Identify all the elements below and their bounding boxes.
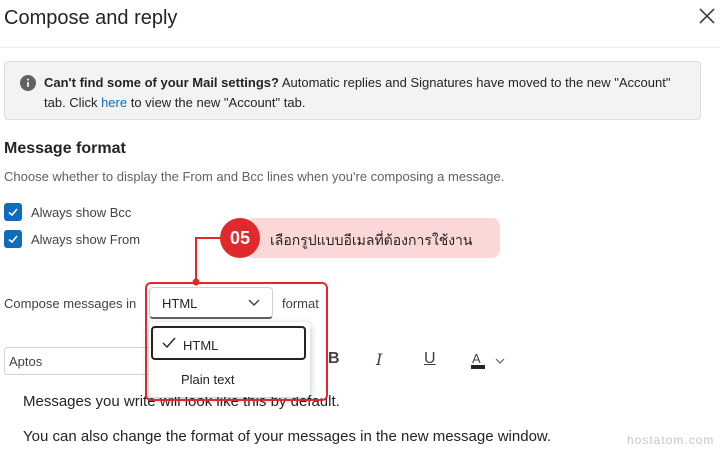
checkmark-icon bbox=[8, 208, 18, 217]
format-option-html-label: HTML bbox=[183, 338, 219, 353]
banner-here-link[interactable]: here bbox=[101, 95, 127, 110]
font-family-value: Aptos bbox=[9, 354, 43, 369]
always-show-bcc-row[interactable]: Always show Bcc bbox=[4, 202, 131, 222]
banner-text-after: to view the new "Account" tab. bbox=[127, 95, 306, 110]
format-dropdown-menu: HTML Plain text bbox=[149, 322, 310, 397]
italic-button[interactable]: I bbox=[376, 350, 382, 369]
underline-button[interactable]: U bbox=[424, 350, 436, 368]
format-select-value: HTML bbox=[162, 296, 198, 311]
check-icon bbox=[162, 337, 176, 349]
always-show-from-label: Always show From bbox=[31, 231, 141, 247]
bold-button[interactable]: B bbox=[328, 350, 340, 368]
info-icon bbox=[20, 75, 36, 91]
annotation-step-text: เลือกรูปแบบอีเมลที่ต้องการใช้งาน bbox=[270, 232, 473, 248]
settings-moved-banner: Can't find some of your Mail settings? A… bbox=[4, 61, 701, 120]
watermark: hostatom.com bbox=[627, 433, 715, 447]
message-format-heading: Message format bbox=[4, 140, 126, 157]
header-divider bbox=[0, 47, 720, 48]
annotation-step-number: 05 bbox=[220, 218, 260, 258]
banner-bold-text: Can't find some of your Mail settings? bbox=[44, 75, 279, 90]
annotation-step-label: เลือกรูปแบบอีเมลที่ต้องการใช้งาน bbox=[246, 218, 500, 258]
always-show-from-checkbox[interactable] bbox=[4, 230, 22, 248]
message-format-description: Choose whether to display the From and B… bbox=[4, 169, 505, 184]
format-option-html[interactable]: HTML bbox=[151, 326, 306, 360]
format-select[interactable]: HTML bbox=[149, 287, 273, 319]
page-title: Compose and reply bbox=[4, 7, 178, 29]
format-option-plain-text[interactable]: Plain text bbox=[151, 362, 306, 396]
checkmark-icon bbox=[8, 235, 18, 244]
font-color-icon[interactable]: A bbox=[468, 350, 508, 372]
format-suffix-label: format bbox=[282, 296, 319, 311]
chevron-down-icon bbox=[248, 299, 260, 306]
close-icon[interactable] bbox=[697, 6, 717, 26]
compose-messages-label: Compose messages in bbox=[4, 296, 137, 311]
always-show-from-row[interactable]: Always show From bbox=[4, 229, 140, 249]
preview-line-2: You can also change the format of your m… bbox=[23, 428, 552, 445]
font-family-select[interactable]: Aptos bbox=[4, 347, 152, 375]
always-show-bcc-label: Always show Bcc bbox=[31, 204, 132, 220]
always-show-bcc-checkbox[interactable] bbox=[4, 203, 22, 221]
banner-text: Can't find some of your Mail settings? A… bbox=[44, 73, 684, 113]
svg-text:A: A bbox=[472, 351, 481, 366]
format-option-plain-text-label: Plain text bbox=[181, 372, 235, 387]
